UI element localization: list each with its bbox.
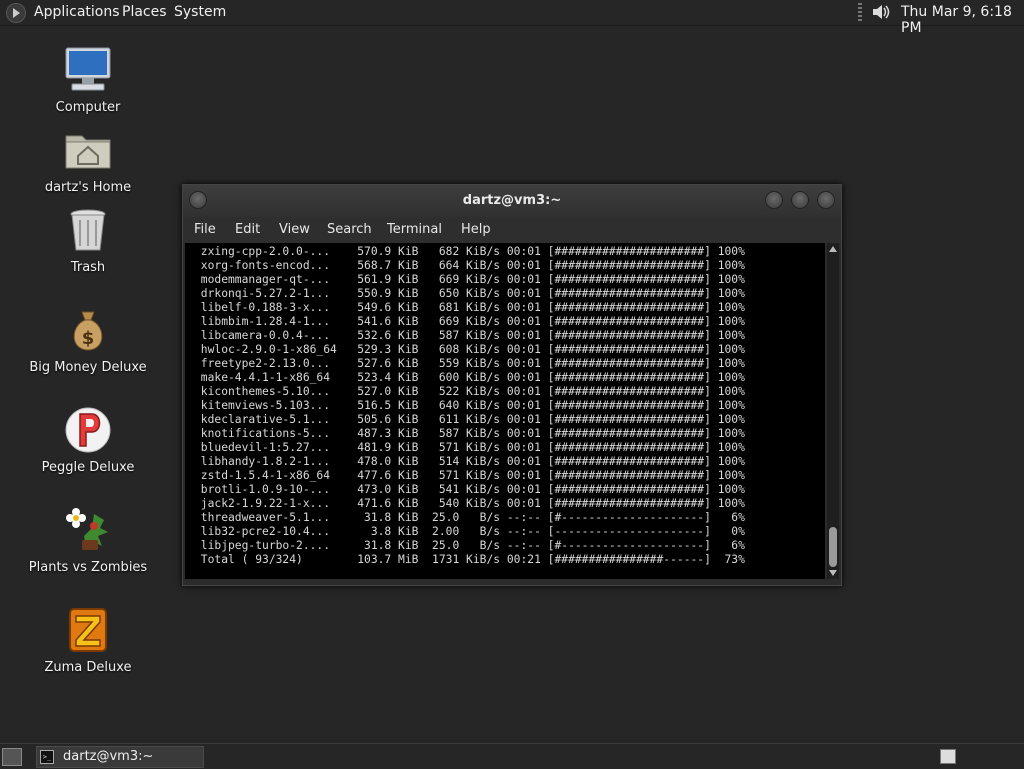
peggle-icon <box>64 406 112 454</box>
terminal-window[interactable]: dartz@vm3:~ File Edit View Search Termin… <box>182 184 842 586</box>
desktop-icon-label: Plants vs Zombies <box>28 560 148 575</box>
desktop-icon-home[interactable]: dartz's Home <box>3 126 173 195</box>
scroll-down-arrow-icon[interactable] <box>829 570 837 576</box>
trash-icon <box>64 206 112 254</box>
menu-help[interactable]: Help <box>461 222 491 237</box>
home-folder-icon <box>64 126 112 174</box>
gnome-logo-icon[interactable] <box>6 3 26 23</box>
terminal-line: zxing-cpp-2.0.0-... 570.9 KiB 682 KiB/s … <box>194 245 745 258</box>
terminal-line: xorg-fonts-encod... 568.7 KiB 664 KiB/s … <box>194 259 745 272</box>
terminal-icon: >_ <box>40 750 54 764</box>
show-desktop-icon[interactable] <box>2 748 22 766</box>
desktop-icon-zuma[interactable]: Zuma Deluxe <box>3 606 173 675</box>
terminal-line: libelf-0.188-3-x... 549.6 KiB 681 KiB/s … <box>194 301 745 314</box>
taskbar-item-label: dartz@vm3:~ <box>63 749 154 764</box>
terminal-line: Total ( 93/324) 103.7 MiB 1731 KiB/s 00:… <box>194 553 745 566</box>
top-panel: Applications Places System Thu Mar 9, 6:… <box>0 0 1024 36</box>
menu-system[interactable]: System <box>174 4 226 20</box>
taskbar-item-terminal[interactable]: >_ dartz@vm3:~ <box>36 746 204 768</box>
desktop-icon-plants-vs-zombies[interactable]: Plants vs Zombies <box>3 506 173 575</box>
close-button[interactable] <box>817 191 835 209</box>
menu-file[interactable]: File <box>194 222 216 237</box>
panel-drag-handle[interactable] <box>858 3 862 21</box>
minimize-button[interactable] <box>765 191 783 209</box>
menu-edit[interactable]: Edit <box>235 222 260 237</box>
window-titlebar[interactable]: dartz@vm3:~ <box>183 185 841 217</box>
terminal-line: brotli-1.0.9-10-... 473.0 KiB 541 KiB/s … <box>194 483 745 496</box>
menu-applications[interactable]: Applications <box>34 4 120 20</box>
terminal-line: bluedevil-1:5.27... 481.9 KiB 571 KiB/s … <box>194 441 745 454</box>
terminal-line: kiconthemes-5.10... 527.0 KiB 522 KiB/s … <box>194 385 745 398</box>
terminal-line: libmbim-1.28.4-1... 541.6 KiB 669 KiB/s … <box>194 315 745 328</box>
desktop-icon-label: Zuma Deluxe <box>44 660 132 675</box>
terminal-line: drkonqi-5.27.2-1... 550.9 KiB 650 KiB/s … <box>194 287 745 300</box>
terminal-line: kitemviews-5.103... 516.5 KiB 640 KiB/s … <box>194 399 745 412</box>
terminal-scrollbar[interactable] <box>827 243 839 579</box>
terminal-line: libhandy-1.8.2-1... 478.0 KiB 514 KiB/s … <box>194 455 745 468</box>
terminal-line: lib32-pcre2-10.4... 3.8 KiB 2.00 B/s --:… <box>194 525 745 538</box>
desktop-icon-label: dartz's Home <box>44 180 132 195</box>
terminal-line: hwloc-2.9.0-1-x86_64 529.3 KiB 608 KiB/s… <box>194 343 745 356</box>
terminal-line: make-4.4.1-1-x86_64 523.4 KiB 600 KiB/s … <box>194 371 745 384</box>
menu-terminal[interactable]: Terminal <box>387 222 442 237</box>
desktop-icon-big-money[interactable]: $ Big Money Deluxe <box>3 306 173 375</box>
svg-text:$: $ <box>82 328 95 349</box>
maximize-button[interactable] <box>791 191 809 209</box>
terminal-line: libjpeg-turbo-2.... 31.8 KiB 25.0 B/s --… <box>194 539 745 552</box>
plants-vs-zombies-icon <box>64 506 112 554</box>
desktop-icon-trash[interactable]: Trash <box>3 206 173 275</box>
scrollbar-thumb[interactable] <box>829 527 837 567</box>
desktop-icon-label: Trash <box>70 260 106 275</box>
menu-places[interactable]: Places <box>122 4 167 20</box>
desktop-icon-label: Computer <box>55 100 121 115</box>
computer-icon <box>64 46 112 94</box>
terminal-line: freetype2-2.13.0... 527.6 KiB 559 KiB/s … <box>194 357 745 370</box>
window-title: dartz@vm3:~ <box>462 193 562 208</box>
terminal-line: kdeclarative-5.1... 505.6 KiB 611 KiB/s … <box>194 413 745 426</box>
terminal-line: knotifications-5... 487.3 KiB 587 KiB/s … <box>194 427 745 440</box>
terminal-line: modemmanager-qt-... 561.9 KiB 669 KiB/s … <box>194 273 745 286</box>
terminal-line: jack2-1.9.22-1-x... 471.6 KiB 540 KiB/s … <box>194 497 745 510</box>
terminal-menubar: File Edit View Search Terminal Help <box>183 217 841 243</box>
terminal-line: libcamera-0.0.4-... 532.6 KiB 587 KiB/s … <box>194 329 745 342</box>
speaker-icon[interactable] <box>870 2 892 22</box>
bottom-panel: >_ dartz@vm3:~ <box>0 743 1024 769</box>
scroll-up-arrow-icon[interactable] <box>829 246 837 252</box>
clock[interactable]: Thu Mar 9, 6:18 PM <box>901 4 1024 36</box>
menu-search[interactable]: Search <box>327 222 372 237</box>
desktop-icon-peggle[interactable]: Peggle Deluxe <box>3 406 173 475</box>
menu-view[interactable]: View <box>279 222 310 237</box>
terminal-line: threadweaver-5.1... 31.8 KiB 25.0 B/s --… <box>194 511 745 524</box>
desktop-icon-label: Peggle Deluxe <box>41 460 135 475</box>
terminal-output[interactable]: zxing-cpp-2.0.0-... 570.9 KiB 682 KiB/s … <box>185 243 825 579</box>
desktop-icon-computer[interactable]: Computer <box>3 46 173 115</box>
terminal-line: zstd-1.5.4-1-x86_64 477.6 KiB 571 KiB/s … <box>194 469 745 482</box>
zuma-icon <box>64 606 112 654</box>
money-bag-icon: $ <box>64 306 112 354</box>
desktop-icon-label: Big Money Deluxe <box>29 360 147 375</box>
workspace-switcher[interactable] <box>940 749 956 764</box>
terminal-lines: zxing-cpp-2.0.0-... 570.9 KiB 682 KiB/s … <box>194 245 745 567</box>
